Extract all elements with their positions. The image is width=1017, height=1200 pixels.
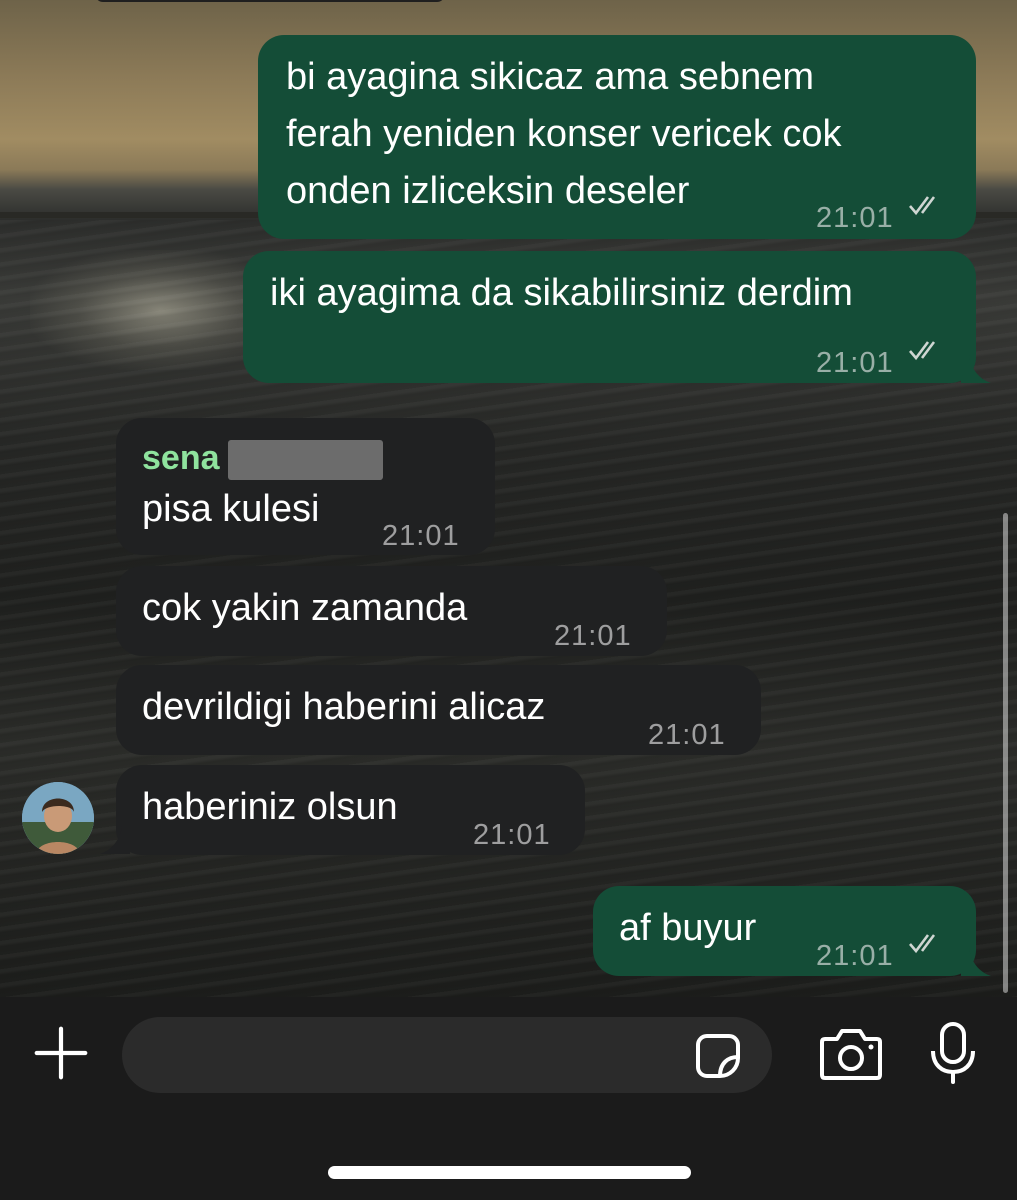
plus-icon[interactable] xyxy=(33,1025,89,1081)
bubble-tail-outgoing xyxy=(961,355,991,383)
message-text-line: haberiniz olsun xyxy=(142,786,398,828)
bubble-tail-outgoing xyxy=(961,948,991,976)
bubble-tail-incoming xyxy=(100,826,130,854)
sender-name: sena xyxy=(142,439,220,477)
camera-icon[interactable] xyxy=(819,1027,883,1081)
message-bubble-outgoing[interactable]: iki ayagima da sikabilirsiniz derdim 21:… xyxy=(243,251,976,383)
read-receipt-icon xyxy=(909,934,936,954)
message-bubble-outgoing[interactable]: bi ayagina sikicaz ama sebnem ferah yeni… xyxy=(258,35,976,239)
message-text-line: devrildigi haberini alicaz xyxy=(142,686,546,728)
home-indicator-bar[interactable] xyxy=(328,1166,691,1179)
top-bar-remnant xyxy=(95,0,445,2)
contact-avatar[interactable] xyxy=(22,782,94,854)
message-text-line: ferah yeniden konser vericek cok xyxy=(286,113,842,155)
message-bubble-incoming[interactable]: cok yakin zamanda 21:01 xyxy=(116,566,667,656)
avatar-photo-icon xyxy=(22,782,94,854)
microphone-icon[interactable] xyxy=(928,1021,978,1085)
message-time: 21:01 xyxy=(816,940,894,972)
read-receipt-icon xyxy=(909,196,936,216)
message-time: 21:01 xyxy=(816,202,894,234)
message-time: 21:01 xyxy=(554,620,632,652)
read-receipt-icon xyxy=(909,341,936,361)
message-time: 21:01 xyxy=(648,719,726,751)
message-text-line: af buyur xyxy=(619,907,757,949)
message-text-line: onden izliceksin deseler xyxy=(286,170,690,212)
message-bubble-incoming[interactable]: devrildigi haberini alicaz 21:01 xyxy=(116,665,761,755)
message-time: 21:01 xyxy=(382,520,460,552)
message-input[interactable] xyxy=(122,1017,772,1093)
message-text-line: bi ayagina sikicaz ama sebnem xyxy=(286,56,815,98)
message-bubble-outgoing[interactable]: af buyur 21:01 xyxy=(593,886,976,976)
message-bubble-incoming[interactable]: sena pisa kulesi 21:01 xyxy=(116,418,495,555)
sticker-icon[interactable] xyxy=(693,1031,743,1081)
message-text-line: cok yakin zamanda xyxy=(142,587,468,629)
redacted-name-block xyxy=(228,440,383,480)
message-time: 21:01 xyxy=(473,819,551,851)
message-text-line: pisa kulesi xyxy=(142,488,320,530)
message-time: 21:01 xyxy=(816,347,894,379)
scroll-indicator[interactable] xyxy=(1003,513,1008,993)
message-text-line: iki ayagima da sikabilirsiniz derdim xyxy=(270,272,853,314)
message-bubble-incoming[interactable]: haberiniz olsun 21:01 xyxy=(116,765,585,855)
